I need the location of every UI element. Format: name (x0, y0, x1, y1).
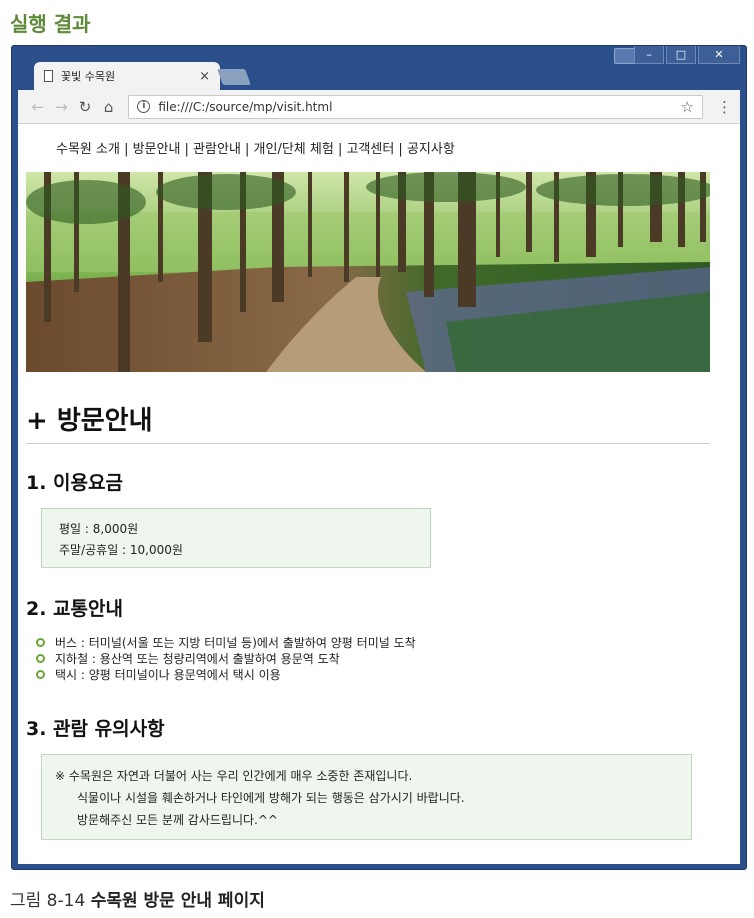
fee-weekday: 평일 : 8,000원 (59, 522, 139, 536)
maximize-button[interactable]: □ (666, 46, 696, 64)
back-icon[interactable]: ← (26, 98, 50, 116)
menu-icon[interactable]: ⋮ (717, 98, 732, 116)
list-item: 지하철 : 용산역 또는 청량리역에서 출발하여 용문역 도착 (36, 650, 416, 666)
forward-icon[interactable]: → (50, 98, 74, 116)
site-nav[interactable]: 수목원 소개 | 방문안내 | 관람안내 | 개인/단체 체험 | 고객센터 |… (56, 138, 455, 157)
fee-weekend: 주말/공휴일 : 10,000원 (59, 543, 183, 557)
figure-number: 그림 8-14 (10, 891, 86, 911)
fee-section-title: 1. 이용요금 (26, 472, 123, 494)
window-controls: – □ ✕ (634, 46, 740, 64)
notice-line-3: 방문해주신 모든 분께 감사드립니다.^^ (77, 813, 278, 827)
minimize-button[interactable]: – (634, 46, 664, 64)
notice-section-title: 3. 관람 유의사항 (26, 718, 165, 740)
traffic-taxi: 택시 : 양평 터미널이나 용문역에서 택시 이용 (55, 667, 281, 682)
notice-box: ※ 수목원은 자연과 더불어 사는 우리 인간에게 매우 소중한 존재입니다. … (41, 754, 692, 840)
traffic-list: 버스 : 터미널(서울 또는 지방 터미널 등)에서 출발하여 양평 터미널 도… (36, 634, 416, 682)
figure-caption: 그림 8-14 수목원 방문 안내 페이지 (10, 886, 265, 911)
close-button[interactable]: ✕ (698, 46, 740, 64)
browser-tab[interactable]: 꽃빛 수목원 × (34, 62, 220, 90)
traffic-bus: 버스 : 터미널(서울 또는 지방 터미널 등)에서 출발하여 양평 터미널 도… (55, 635, 416, 650)
bookmark-star-icon[interactable]: ☆ (681, 98, 694, 116)
info-icon[interactable]: i (137, 100, 151, 113)
browser-window: 꽃빛 수목원 × – □ ✕ ← → ↻ ⌂ i file:///C:/sour… (11, 45, 747, 870)
bullet-icon (36, 669, 45, 679)
reload-icon[interactable]: ↻ (73, 98, 97, 116)
page-viewport: 수목원 소개 | 방문안내 | 관람안내 | 개인/단체 체험 | 고객센터 |… (18, 124, 740, 864)
notice-line-2: 식물이나 시설을 훼손하거나 타인에게 방해가 되는 행동은 삼가시기 바랍니다… (77, 791, 465, 805)
bullet-icon (36, 637, 45, 647)
url-text[interactable]: file:///C:/source/mp/visit.html (158, 100, 680, 114)
forest-banner-image (26, 172, 710, 372)
tab-title: 꽃빛 수목원 (61, 70, 116, 83)
tab-close-icon[interactable]: × (199, 69, 210, 84)
list-item: 버스 : 터미널(서울 또는 지방 터미널 등)에서 출발하여 양평 터미널 도… (36, 634, 416, 650)
address-bar[interactable]: i file:///C:/source/mp/visit.html ☆ (128, 94, 703, 119)
bullet-icon (36, 653, 45, 663)
browser-toolbar: ← → ↻ ⌂ i file:///C:/source/mp/visit.htm… (18, 90, 740, 124)
traffic-section-title: 2. 교통안내 (26, 598, 123, 620)
book-caption-top: 실행 결과 (10, 12, 91, 36)
document-icon (44, 70, 53, 82)
page-title: + 방문안내 (26, 400, 710, 444)
figure-title: 수목원 방문 안내 페이지 (90, 891, 265, 911)
notice-line-1: ※ 수목원은 자연과 더불어 사는 우리 인간에게 매우 소중한 존재입니다. (55, 769, 413, 783)
traffic-subway: 지하철 : 용산역 또는 청량리역에서 출발하여 용문역 도착 (55, 651, 340, 666)
fee-box: 평일 : 8,000원 주말/공휴일 : 10,000원 (41, 508, 431, 568)
title-bar: 꽃빛 수목원 × – □ ✕ (12, 46, 746, 91)
home-icon[interactable]: ⌂ (97, 98, 121, 116)
list-item: 택시 : 양평 터미널이나 용문역에서 택시 이용 (36, 666, 416, 682)
new-tab-button[interactable] (217, 69, 251, 85)
